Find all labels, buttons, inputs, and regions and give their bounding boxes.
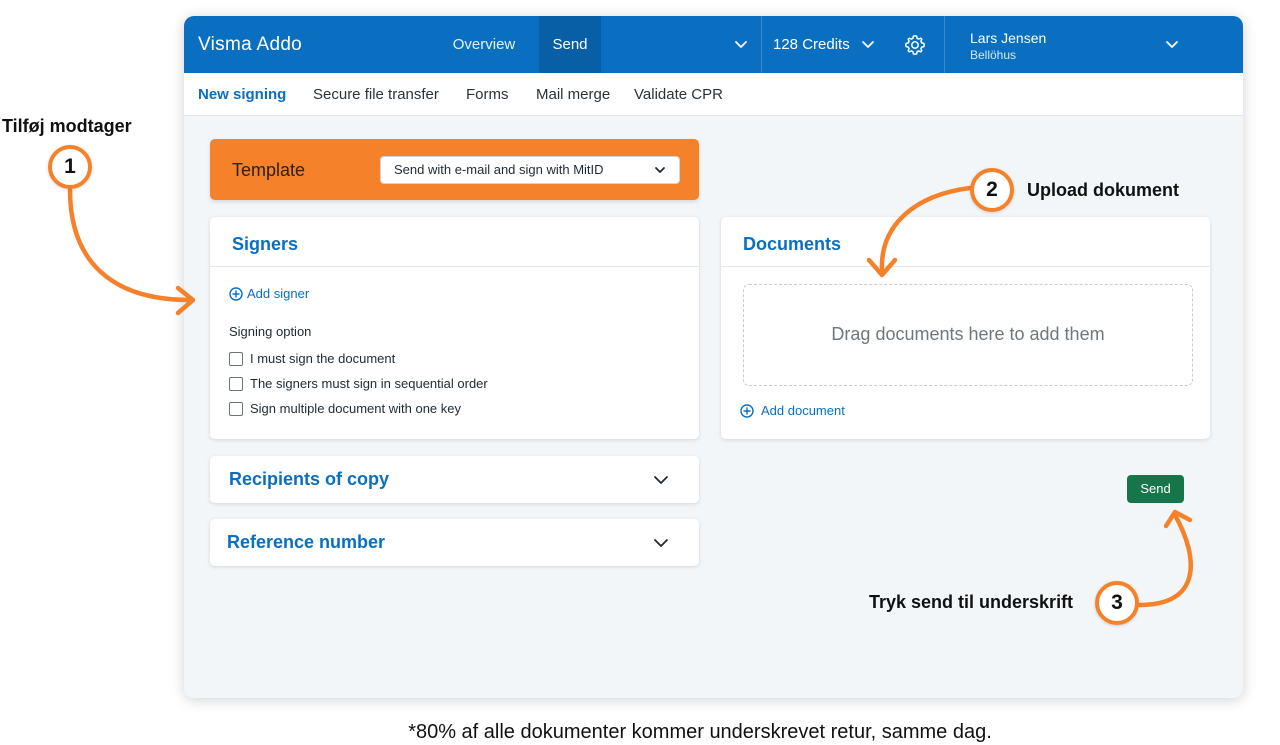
subnav-new-signing[interactable]: New signing	[198, 86, 286, 103]
checkbox[interactable]	[229, 352, 243, 366]
annotation-step1-badge: 1	[48, 145, 92, 189]
nav-overview[interactable]: Overview	[446, 16, 522, 73]
chevron-down-icon	[654, 539, 668, 547]
subnav-mail-merge[interactable]: Mail merge	[536, 86, 610, 103]
signing-option-label: Signing option	[229, 324, 312, 339]
brand-logo[interactable]: Visma Addo	[198, 34, 302, 56]
checkbox[interactable]	[229, 377, 243, 391]
card-divider	[721, 266, 1210, 267]
chevron-down-icon	[654, 476, 668, 484]
template-bar: Template Send with e-mail and sign with …	[210, 139, 699, 200]
user-name[interactable]: Lars Jensen	[970, 30, 1046, 46]
reference-number-title: Reference number	[227, 532, 386, 552]
documents-card: Documents Drag documents here to add the…	[721, 217, 1210, 439]
sub-navigation: New signing Secure file transfer Forms M…	[184, 73, 1243, 116]
signers-card: Signers Add signer Signing option I must…	[210, 217, 699, 439]
footnote: *80% af alle dokumenter kommer underskre…	[408, 721, 992, 743]
subnav-forms[interactable]: Forms	[466, 86, 509, 103]
chevron-down-icon	[655, 167, 665, 173]
subnav-secure-file-transfer[interactable]: Secure file transfer	[313, 86, 439, 103]
option-multiple-with-one-key[interactable]: Sign multiple document with one key	[229, 401, 629, 417]
checkbox[interactable]	[229, 402, 243, 416]
template-select-value: Send with e-mail and sign with MitID	[394, 162, 604, 177]
card-divider	[210, 266, 699, 267]
option-i-must-sign[interactable]: I must sign the document	[229, 351, 629, 367]
documents-title: Documents	[743, 234, 842, 254]
recipients-of-copy-title: Recipients of copy	[229, 469, 390, 489]
nav-divider	[944, 16, 945, 73]
credits-balance[interactable]: 128 Credits	[773, 16, 850, 73]
top-navigation-bar: Visma Addo Overview Send 128 Credits Lar…	[184, 16, 1243, 73]
document-dropzone[interactable]: Drag documents here to add them	[743, 284, 1193, 386]
app-window: Visma Addo Overview Send 128 Credits Lar…	[184, 16, 1243, 698]
gear-icon[interactable]	[903, 33, 927, 57]
checkbox-label: I must sign the document	[250, 351, 396, 366]
template-select[interactable]: Send with e-mail and sign with MitID	[380, 156, 680, 184]
nav-divider	[761, 16, 762, 73]
checkbox-label: Sign multiple document with one key	[250, 401, 462, 416]
chevron-down-icon[interactable]	[860, 36, 876, 52]
nav-send[interactable]: Send	[539, 16, 601, 73]
recipients-of-copy-section[interactable]: Recipients of copy	[210, 456, 699, 503]
subnav-validate-cpr[interactable]: Validate CPR	[634, 86, 723, 103]
checkbox-label: The signers must sign in sequential orde…	[250, 376, 488, 391]
template-label: Template	[232, 160, 306, 180]
annotation-step1-text: Tilføj modtager	[2, 116, 132, 136]
user-organization[interactable]: Bellöhus	[970, 48, 1016, 62]
reference-number-section[interactable]: Reference number	[210, 519, 699, 566]
chevron-down-icon[interactable]	[1164, 36, 1180, 52]
add-signer-label: Add signer	[247, 286, 310, 301]
plus-circle-icon	[740, 404, 754, 418]
signers-title: Signers	[232, 234, 299, 254]
chevron-down-icon[interactable]	[733, 36, 749, 52]
plus-circle-icon	[229, 287, 243, 301]
send-button[interactable]: Send	[1127, 475, 1184, 503]
add-document-label: Add document	[761, 403, 845, 418]
option-sequential-order[interactable]: The signers must sign in sequential orde…	[229, 376, 629, 392]
